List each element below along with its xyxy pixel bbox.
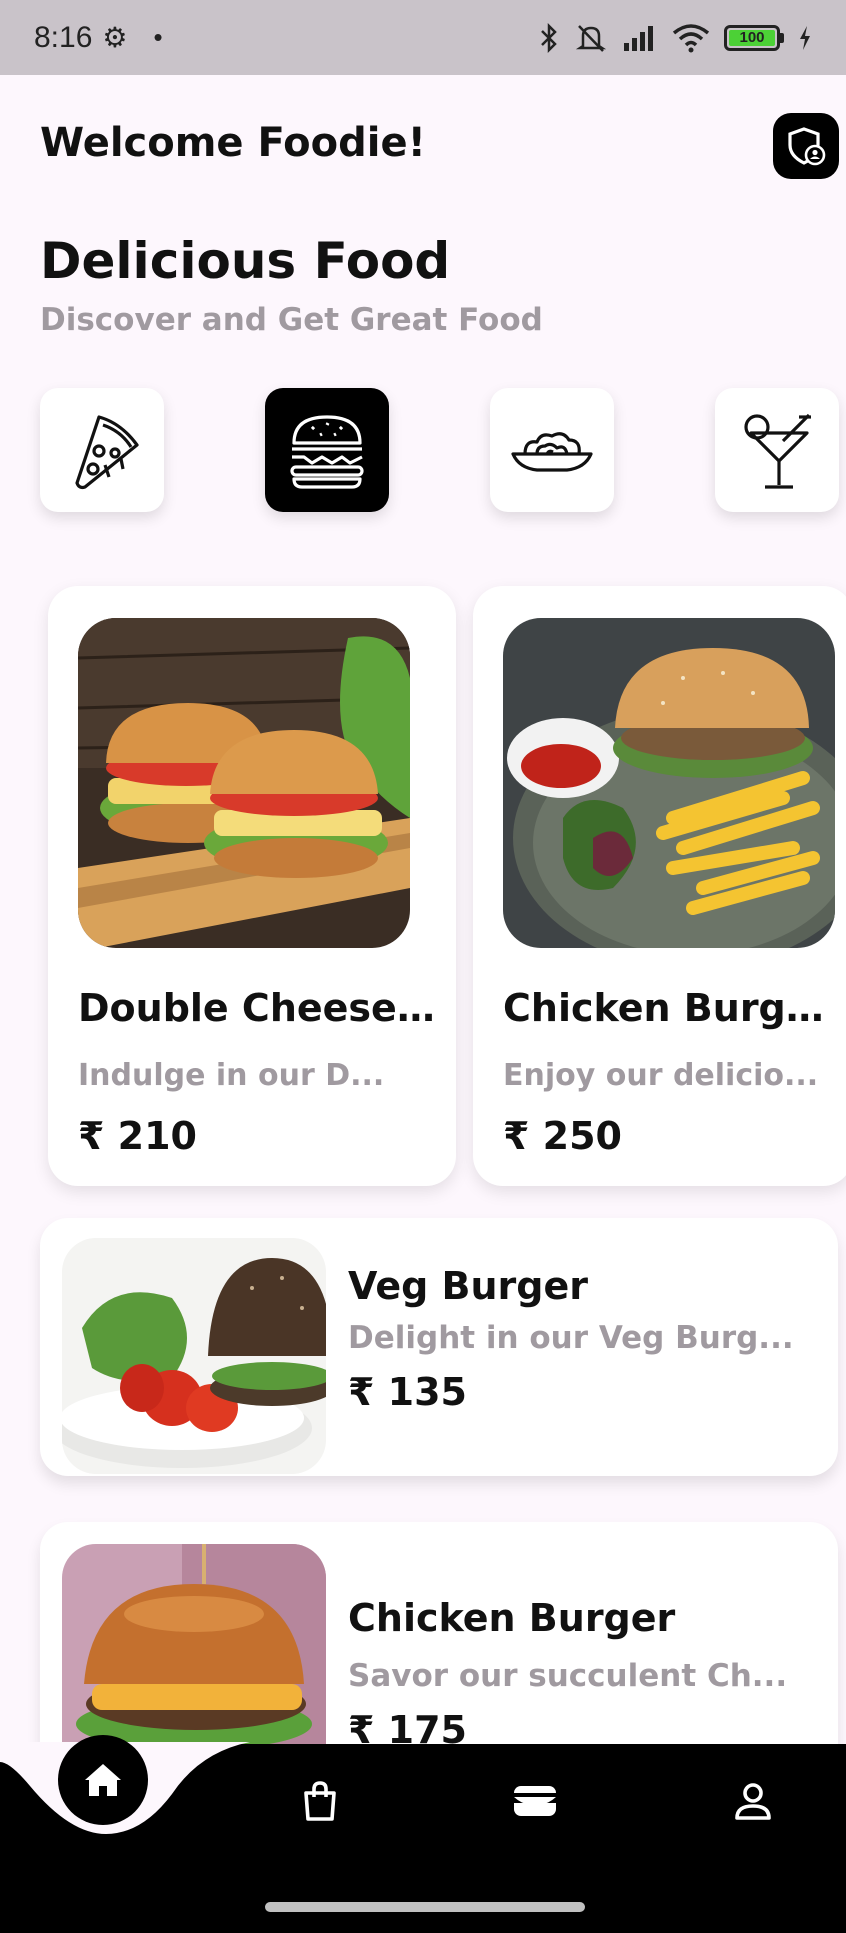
charging-icon: [800, 25, 810, 50]
double-cheese-burger-image: [78, 618, 410, 948]
bluetooth-icon: [541, 22, 557, 53]
nav-wallet-button[interactable]: [510, 1776, 560, 1826]
category-noodles[interactable]: [490, 388, 614, 512]
noodles-icon: [511, 432, 593, 472]
shield-user-icon: [788, 127, 826, 166]
list-item-price: ₹ 135: [348, 1370, 467, 1414]
featured-item-description: Indulge in our D...: [78, 1058, 385, 1093]
list-item-name: Veg Burger: [348, 1264, 589, 1308]
notification-dot-icon: •: [153, 22, 163, 52]
status-bar: 8:16 ⚙ • 100: [0, 0, 846, 75]
burger-icon: [290, 415, 364, 489]
list-item-description: Savor our succulent Ch...: [348, 1658, 788, 1694]
cocktail-icon: [744, 413, 811, 489]
nav-home-button[interactable]: [58, 1735, 148, 1825]
profile-shield-button[interactable]: [773, 113, 839, 179]
battery-icon: 100: [724, 24, 784, 51]
list-item-description: Delight in our Veg Burg...: [348, 1320, 794, 1356]
wallet-icon: [514, 1786, 556, 1816]
battery-level: 100: [729, 29, 775, 46]
user-icon: [735, 1783, 771, 1820]
featured-item-name: Double Cheese...: [78, 986, 438, 1030]
featured-item-name: Chicken Burger...: [503, 986, 833, 1030]
featured-item-price: ₹ 210: [78, 1114, 197, 1158]
welcome-text: Welcome Foodie!: [40, 120, 426, 166]
status-time: 8:16: [34, 20, 93, 54]
chicken-burger-fries-image: [503, 618, 835, 948]
wifi-icon: [672, 23, 710, 52]
signal-icon: [624, 25, 653, 51]
featured-item-description: Enjoy our delicio...: [503, 1058, 819, 1093]
page-title: Delicious Food: [40, 232, 451, 290]
category-pizza[interactable]: [40, 388, 164, 512]
featured-item-price: ₹ 250: [503, 1114, 622, 1158]
settings-gear-icon: ⚙: [102, 22, 128, 53]
list-item-name: Chicken Burger: [348, 1596, 676, 1640]
gesture-home-bar[interactable]: [265, 1902, 585, 1912]
category-cocktail[interactable]: [715, 388, 839, 512]
list-item[interactable]: Veg Burger Delight in our Veg Burg... ₹ …: [40, 1218, 838, 1476]
category-burger[interactable]: [265, 388, 389, 512]
mute-bell-icon: [575, 24, 607, 52]
nav-orders-button[interactable]: [295, 1776, 345, 1826]
nav-profile-button[interactable]: [728, 1776, 778, 1826]
pizza-icon: [75, 415, 139, 490]
featured-card[interactable]: Double Cheese... Indulge in our D... ₹ 2…: [48, 586, 456, 1186]
home-icon: [85, 1764, 121, 1796]
shopping-bag-icon: [304, 1781, 336, 1821]
featured-card[interactable]: Chicken Burger... Enjoy our delicio... ₹…: [473, 586, 846, 1186]
veg-burger-image: [62, 1238, 326, 1474]
page-subtitle: Discover and Get Great Food: [40, 302, 543, 338]
